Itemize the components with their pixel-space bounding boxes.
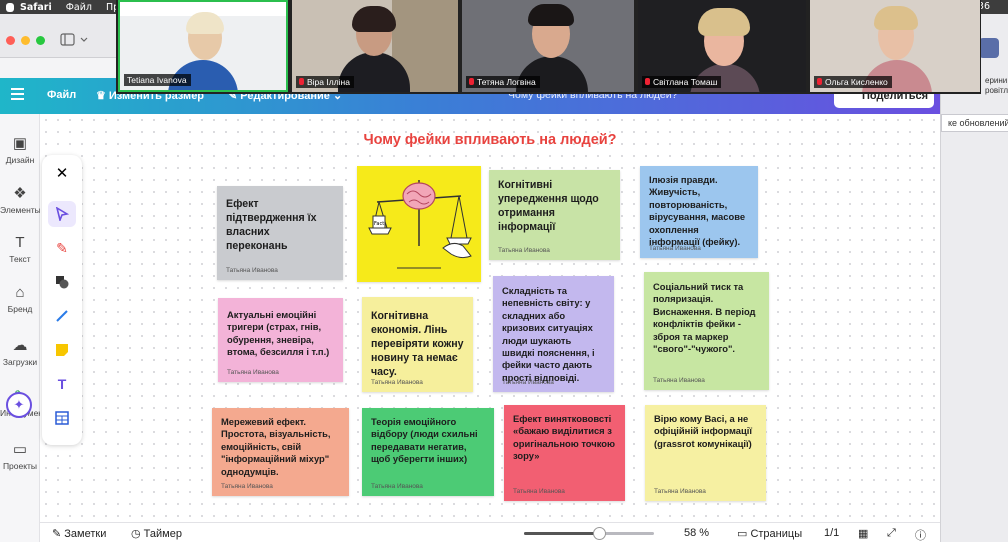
sidebar-item-elements[interactable]: ❖ Элементы [0,184,41,215]
zoom-slider-knob[interactable] [593,527,606,540]
fullscreen-icon[interactable]: ⤢ [887,527,896,540]
participant-tile[interactable]: Ольга Кисленко [810,0,980,92]
select-arrow-icon[interactable] [48,201,76,227]
shapes-tool-icon[interactable] [48,269,76,295]
mic-muted-icon [469,78,474,85]
fact-label: Fact [374,221,384,227]
menu-file[interactable]: Файл [66,2,92,13]
participant-name: Віра Ілліна [296,76,354,88]
participant-name: Тетяна Логвіна [466,76,540,88]
sidebar-toggle-icon[interactable] [60,33,90,47]
participant-tile[interactable]: Віра Ілліна [292,0,458,92]
notes-button[interactable]: ✎ Заметки [52,527,106,540]
layout-icon: ▣ [12,135,28,152]
upload-icon: ☁ [12,337,28,354]
text-tool-icon[interactable]: T [48,371,76,397]
menu-safari[interactable]: Safari [20,2,52,13]
canva-left-sidebar: ▣ Дизайн ❖ Элементы T Текст ⌂ Бренд ☁ Загрузк… [0,114,53,542]
sticky-note[interactable]: Вірю кому Васі, а не офіційній інформаці… [645,405,766,501]
file-menu[interactable]: Файл [47,89,76,101]
update-button[interactable]: ке обновлений [941,114,1008,132]
close-icon[interactable]: ✕ [48,161,76,187]
sticky-note-icon[interactable] [48,337,76,363]
page-count: 1/1 [824,527,840,539]
canva-bottom-bar: ✎ Заметки ◷ Таймер 58 % ▭ Страницы 1/1 ▦… [40,522,940,542]
side-window-text: ерини ровітлє [985,76,1008,95]
help-icon[interactable]: ⓘ [915,527,926,542]
participant-name: Ольга Кисленко [814,76,892,88]
zoom-level[interactable]: 58 % [684,527,709,539]
brand-icon: ⌂ [15,284,25,301]
mic-muted-icon [645,78,650,85]
scales-brain-illustration: Fact [368,180,472,269]
grid-view-icon[interactable]: ▦ [858,527,868,540]
sticky-note[interactable]: Ефект виняткововсті «бажаю виділитися з … [504,405,625,501]
video-call-strip: Tetiana Ivanova Віра Ілліна Тетяна Логві… [116,0,981,94]
zoom-slider[interactable] [524,527,654,540]
sticky-note[interactable]: Когнітивні упередження щодо отримання ін… [489,170,620,260]
sticky-note[interactable]: Складність та непевність світу: у складн… [493,276,614,392]
sidebar-item-text[interactable]: T Текст [0,234,40,264]
mic-muted-icon [299,78,304,85]
zoom-window-button[interactable] [36,36,45,45]
text-icon: T [15,234,25,251]
sticky-note[interactable]: Ефект підтвердження їх власних переконан… [217,186,343,280]
participant-tile[interactable]: Світлана Томаш [638,0,806,92]
folder-icon: ▭ [12,441,28,458]
participant-name: Tetiana Ivanova [124,74,191,86]
participant-name: Світлана Томаш [642,76,722,88]
sticky-note[interactable]: Соціальний тиск та поляризація. Виснажен… [644,272,769,390]
image-note-scales[interactable]: Fact [357,166,481,282]
hamburger-menu-icon[interactable] [11,88,24,100]
sticky-note[interactable]: Ілюзія правди. Живучість, повторюваність… [640,166,758,258]
apple-icon[interactable] [6,2,14,12]
zoom-slider-fill [524,532,599,535]
sidebar-item-uploads[interactable]: ☁ Загрузки [0,336,40,367]
magic-sparkle-icon[interactable]: ✦ [6,392,32,418]
window-controls [6,36,45,45]
minimize-window-button[interactable] [21,36,30,45]
sidebar-item-design[interactable]: ▣ Дизайн [0,134,40,165]
sticky-note[interactable]: Теорія емоційного відбору (люди схильні … [362,408,494,496]
line-tool-icon[interactable] [48,303,76,329]
pages-button[interactable]: ▭ Страницы [737,527,802,540]
participant-tile[interactable]: Тетяна Логвіна [462,0,634,92]
tool-palette: ✕ ✎ T [42,155,82,445]
screen: { "macos": { "menu_items": ["Safari", "Ф… [0,0,1008,542]
sticky-note[interactable]: Мережевий ефект. Простота, візуальність,… [212,408,349,496]
board-title: Чому фейки впливають на людей? [363,132,617,148]
sticky-note[interactable]: Актуальні емоційні тригери (страх, гнів,… [218,298,343,382]
timer-button[interactable]: ◷ Таймер [131,527,182,540]
app-icon[interactable] [979,38,999,58]
participant-tile[interactable]: Tetiana Ivanova [118,0,288,92]
pen-icon[interactable]: ✎ [48,235,76,261]
sidebar-item-projects[interactable]: ▭ Проекты [0,440,40,471]
sticky-note[interactable]: Когнітивна економія. Лінь перевіряти кож… [362,297,473,392]
close-window-button[interactable] [6,36,15,45]
sidebar-item-brand[interactable]: ⌂ Бренд [0,284,40,314]
table-tool-icon[interactable] [48,405,76,431]
shapes-icon: ❖ [13,185,27,202]
mic-muted-icon [817,78,822,85]
